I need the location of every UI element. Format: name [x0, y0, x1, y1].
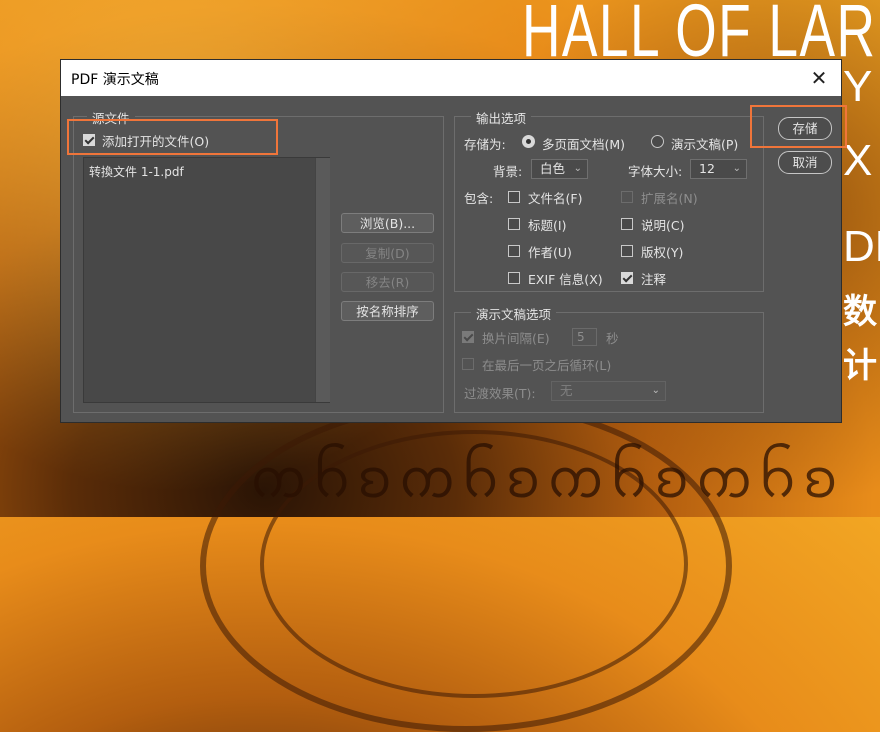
notes-label: 注释: [641, 272, 667, 287]
background-color-label: 背景:: [493, 164, 523, 179]
source-file-list[interactable]: 转換文件 1-1.pdf: [83, 157, 330, 403]
advance-label: 换片间隔(E): [482, 331, 550, 346]
advance-seconds-input[interactable]: 5: [572, 328, 597, 346]
advance-checkbox[interactable]: [462, 331, 474, 343]
multipage-radio[interactable]: [522, 135, 535, 148]
browse-button[interactable]: 浏览(B)...: [341, 213, 434, 233]
transition-value: 无: [560, 383, 573, 398]
seconds-label: 秒: [606, 331, 619, 346]
output-options-legend: 输出选项: [471, 108, 532, 127]
chevron-down-icon: ⌄: [732, 163, 741, 174]
multipage-label: 多页面文档(M): [542, 137, 626, 152]
presentation-options-legend: 演示文稿选项: [471, 304, 557, 323]
background-char: 数: [843, 293, 877, 331]
remove-button[interactable]: 移去(R): [341, 272, 434, 292]
author-checkbox[interactable]: [508, 245, 520, 257]
highlight-add-open-files: [67, 119, 278, 155]
filename-label: 文件名(F): [528, 191, 583, 206]
list-scrollbar[interactable]: [315, 158, 330, 402]
extension-checkbox[interactable]: [621, 191, 633, 203]
presentation-radio[interactable]: [651, 135, 664, 148]
background-color-value: 白色: [540, 161, 566, 176]
title-checkbox[interactable]: [508, 218, 520, 230]
background-letter: DE: [843, 222, 880, 271]
extension-label: 扩展名(N): [641, 191, 698, 206]
transition-select[interactable]: 无 ⌄: [551, 381, 666, 401]
exif-label: EXIF 信息(X): [528, 272, 603, 287]
notes-checkbox[interactable]: [621, 272, 633, 284]
chevron-down-icon: ⌄: [573, 163, 582, 174]
dialog-title: PDF 演示文稿: [71, 72, 159, 88]
pdf-presentation-dialog: PDF 演示文稿 ✕ 源文件 添加打开的文件(O) 转換文件 1-1.pdf 浏…: [60, 59, 842, 423]
presentation-label: 演示文稿(P): [671, 137, 739, 152]
chevron-down-icon: ⌄: [651, 385, 660, 396]
background-char: 计: [843, 347, 877, 385]
list-item[interactable]: 转換文件 1-1.pdf: [89, 163, 184, 180]
exif-checkbox[interactable]: [508, 272, 520, 284]
transition-label: 过渡效果(T):: [464, 386, 536, 401]
include-label: 包含:: [464, 191, 494, 206]
loop-label: 在最后一页之后循环(L): [482, 358, 612, 373]
dialog-titlebar: PDF 演示文稿 ✕: [61, 60, 841, 96]
background-letter: X: [843, 136, 873, 185]
background-engraving: ᨠᨤᨧᨠᨤᨧᨠᨤᨧᨠᨤᨧ: [250, 447, 845, 510]
close-icon[interactable]: ✕: [797, 60, 841, 96]
background-color-select[interactable]: 白色 ⌄: [531, 159, 588, 179]
copyright-label: 版权(Y): [641, 245, 684, 260]
title-label: 标题(I): [528, 218, 567, 233]
font-size-label: 字体大小:: [628, 164, 683, 179]
description-checkbox[interactable]: [621, 218, 633, 230]
font-size-value: 12: [699, 161, 715, 176]
author-label: 作者(U): [528, 245, 572, 260]
description-label: 说明(C): [641, 218, 685, 233]
duplicate-button[interactable]: 复制(D): [341, 243, 434, 263]
filename-checkbox[interactable]: [508, 191, 520, 203]
save-as-label: 存储为:: [464, 137, 506, 152]
copyright-checkbox[interactable]: [621, 245, 633, 257]
sort-by-name-button[interactable]: 按名称排序: [341, 301, 434, 321]
background-letter: Y: [843, 62, 873, 111]
loop-checkbox[interactable]: [462, 358, 474, 370]
cancel-button[interactable]: 取消: [778, 151, 832, 174]
highlight-save-button: [750, 105, 847, 148]
font-size-select[interactable]: 12 ⌄: [690, 159, 747, 179]
